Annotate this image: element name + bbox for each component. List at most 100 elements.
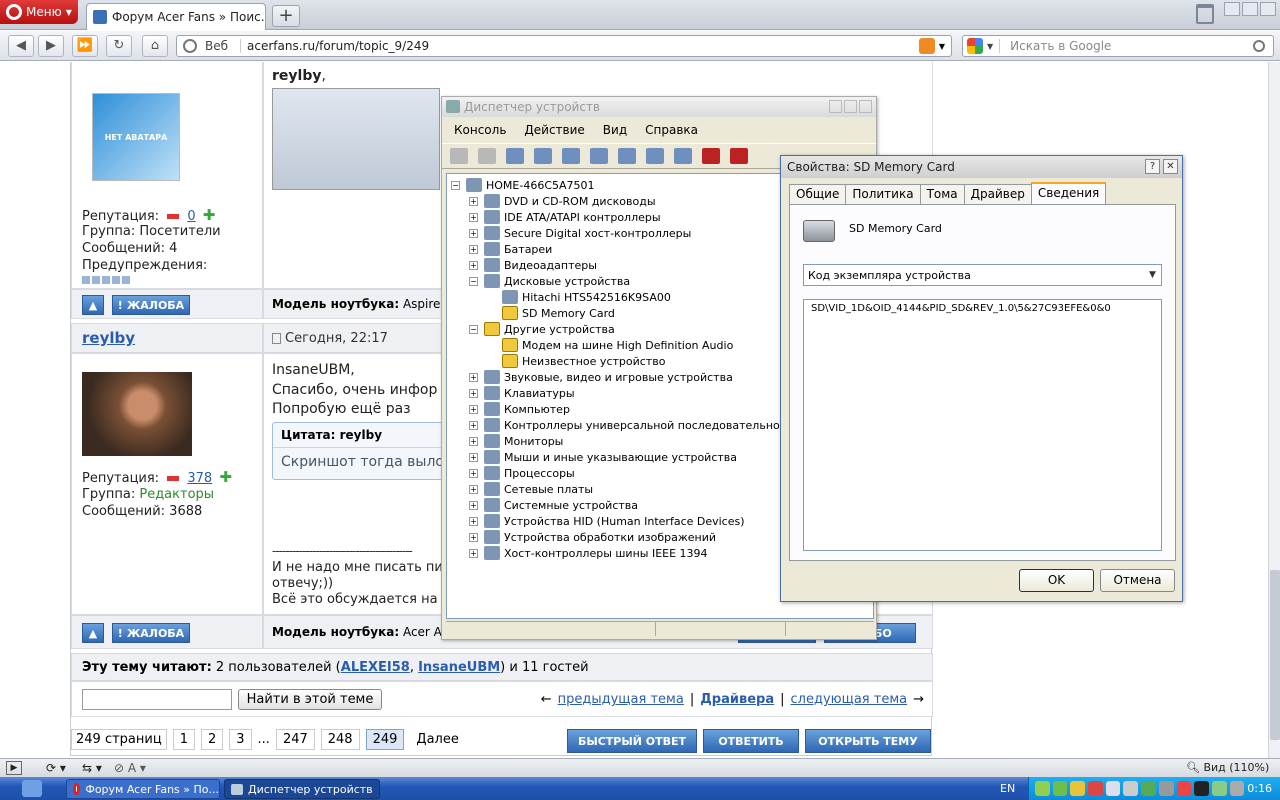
close-dialog-button[interactable]: ✕ xyxy=(1163,159,1178,174)
complaint-button[interactable]: ! ЖАЛОБА xyxy=(112,295,190,315)
chevron-down-icon[interactable]: ▼ xyxy=(987,42,993,51)
page-link[interactable]: 247 xyxy=(275,729,315,750)
drivers-link[interactable]: Драйвера xyxy=(700,692,774,707)
zoom-indicator[interactable]: 🔍︎ Вид (110%) xyxy=(1186,761,1269,774)
expand-icon[interactable]: + xyxy=(469,436,478,446)
taskbar-opera[interactable]: Форум Acer Fans » По... xyxy=(66,779,220,799)
complaint-button[interactable]: ! ЖАЛОБА xyxy=(112,623,190,643)
expand-icon[interactable]: + xyxy=(469,388,478,398)
collapse-icon[interactable]: − xyxy=(469,276,478,286)
tree-item[interactable]: + IDE ATA/ATAPI контроллеры xyxy=(469,209,661,225)
tray-shield-icon[interactable] xyxy=(1070,781,1086,796)
expand-icon[interactable]: + xyxy=(469,548,478,558)
next-page-link[interactable]: Далее xyxy=(410,730,464,749)
taskbar-device-manager[interactable]: Диспетчер устройств xyxy=(224,779,380,799)
menu-action[interactable]: Действие xyxy=(524,123,584,137)
tree-item[interactable]: + Сетевые платы xyxy=(469,481,593,497)
screenshot-thumbnail[interactable] xyxy=(272,88,440,190)
fast-forward-button[interactable]: ⏩ xyxy=(72,35,98,57)
properties-icon[interactable] xyxy=(534,148,552,164)
property-value-list[interactable]: SD\VID_1D&OID_4144&PID_SD&REV_1.0\5&27C9… xyxy=(803,299,1162,551)
open-topic-button[interactable]: ОТКРЫТЬ ТЕМУ xyxy=(805,729,931,753)
menu-console[interactable]: Консоль xyxy=(454,123,506,137)
user-avatar[interactable] xyxy=(82,372,192,456)
forward-icon[interactable] xyxy=(478,148,496,164)
expand-icon[interactable]: + xyxy=(469,196,478,206)
new-tab-button[interactable]: + xyxy=(272,5,300,27)
tab-general[interactable]: Общие xyxy=(789,184,847,204)
quick-reply-button[interactable]: БЫСТРЫЙ ОТВЕТ xyxy=(567,729,697,753)
reply-button[interactable]: ОТВЕТИТЬ xyxy=(703,729,799,753)
plus-icon[interactable]: ✚ xyxy=(203,206,216,224)
tree-item[interactable]: + DVD и CD-ROM дисководы xyxy=(469,193,656,209)
expand-icon[interactable]: + xyxy=(469,420,478,430)
search-box[interactable]: ▼ Искать в Google xyxy=(962,35,1274,57)
tab-volumes[interactable]: Тома xyxy=(919,184,965,204)
next-topic-link[interactable]: следующая тема xyxy=(791,692,908,707)
tree-item[interactable]: Модем на шине High Definition Audio xyxy=(487,337,733,353)
tree-item[interactable]: + Компьютер xyxy=(469,401,570,417)
print-icon[interactable] xyxy=(562,148,580,164)
reputation-value[interactable]: 378 xyxy=(187,471,212,486)
up-arrow-button[interactable]: ▲ xyxy=(82,295,104,315)
page-link[interactable]: 2 xyxy=(200,729,224,750)
tray-app-icon[interactable] xyxy=(1141,781,1156,796)
reader-link-alexei58[interactable]: ALEXEI58 xyxy=(341,660,410,675)
show-hide-tree-icon[interactable] xyxy=(506,148,524,164)
expand-icon[interactable]: + xyxy=(469,500,478,510)
opera-menu-button[interactable]: Меню ▼ xyxy=(0,0,78,24)
tree-item[interactable]: − Другие устройства xyxy=(469,321,615,337)
expand-icon[interactable]: + xyxy=(469,260,478,270)
tree-item[interactable]: + Мониторы xyxy=(469,433,563,449)
page-link[interactable]: 1 xyxy=(172,729,195,750)
expand-icon[interactable]: + xyxy=(469,244,478,254)
language-indicator[interactable]: EN xyxy=(1000,782,1015,795)
expand-icon[interactable]: + xyxy=(469,516,478,526)
chevron-down-icon[interactable]: ▼ xyxy=(939,42,945,51)
tray-app-icon[interactable] xyxy=(1088,781,1103,796)
topic-search-input[interactable] xyxy=(82,689,232,710)
utorrent-icon[interactable] xyxy=(1035,781,1050,796)
expand-icon[interactable]: + xyxy=(469,212,478,222)
device-manager-titlebar[interactable]: Диспетчер устройств xyxy=(442,97,876,117)
sync-icon[interactable]: ⟳ ▾ xyxy=(46,761,66,775)
tree-item[interactable]: + Secure Digital хост-контроллеры xyxy=(469,225,691,241)
minus-icon[interactable] xyxy=(167,476,180,481)
trash-icon[interactable] xyxy=(1196,4,1214,24)
expand-icon[interactable]: + xyxy=(469,228,478,238)
property-select[interactable]: Код экземпляра устройства ▼ xyxy=(803,264,1162,286)
scan-hardware-icon[interactable] xyxy=(646,148,664,164)
search-input[interactable]: Искать в Google xyxy=(999,39,1253,53)
action-pane-icon[interactable] xyxy=(618,148,636,164)
uninstall-icon[interactable] xyxy=(702,148,720,164)
tree-item[interactable]: Hitachi HTS542516K9SA00 xyxy=(487,289,671,305)
tree-root[interactable]: − HOME-466C5A7501 xyxy=(451,177,595,193)
search-icon[interactable] xyxy=(1253,40,1265,52)
collapse-icon[interactable]: − xyxy=(451,180,460,190)
expand-icon[interactable]: + xyxy=(469,532,478,542)
plus-icon[interactable]: ✚ xyxy=(219,468,232,486)
expand-icon[interactable]: + xyxy=(469,452,478,462)
tab-forum[interactable]: Форум Acer Fans » Поис... ✕ xyxy=(86,3,266,30)
tray-app-icon[interactable] xyxy=(1229,781,1245,796)
panel-toggle-icon[interactable]: ▶ xyxy=(6,761,22,775)
forward-button[interactable]: ▶ xyxy=(38,35,64,57)
tree-item[interactable]: + Батареи xyxy=(469,241,552,257)
tab-driver[interactable]: Драйвер xyxy=(963,184,1032,204)
tab-details[interactable]: Сведения xyxy=(1030,182,1107,204)
tab-policy[interactable]: Политика xyxy=(845,184,921,204)
up-arrow-button[interactable]: ▲ xyxy=(82,623,104,643)
help-icon[interactable] xyxy=(590,148,608,164)
tree-item[interactable]: − Дисковые устройства xyxy=(469,273,630,289)
menu-help[interactable]: Справка xyxy=(645,123,698,137)
expand-icon[interactable]: + xyxy=(469,484,478,494)
tray-app-icon[interactable] xyxy=(1176,781,1192,796)
volume-icon[interactable] xyxy=(1194,781,1209,796)
chevron-down-icon[interactable]: ▼ xyxy=(1144,266,1161,284)
prev-topic-link[interactable]: предыдущая тема xyxy=(558,692,684,707)
start-icon[interactable] xyxy=(22,780,42,797)
tree-item[interactable]: + Процессоры xyxy=(469,465,575,481)
tree-item[interactable]: + Системные устройства xyxy=(469,497,638,513)
minus-icon[interactable] xyxy=(167,214,180,219)
property-value[interactable]: SD\VID_1D&OID_4144&PID_SD&REV_1.0\5&27C9… xyxy=(811,303,1154,314)
